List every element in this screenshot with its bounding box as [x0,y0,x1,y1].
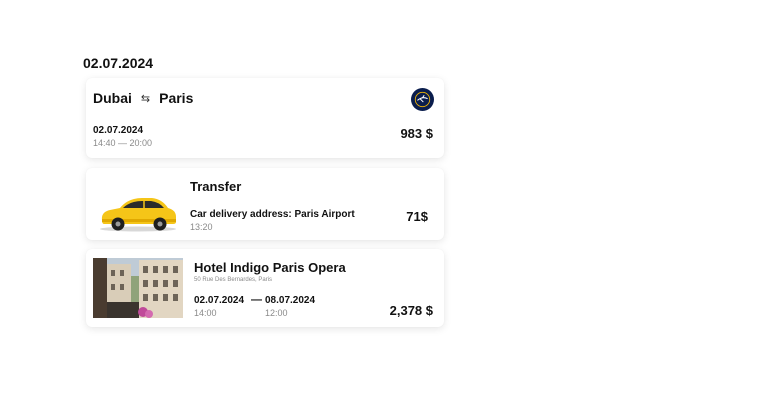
destination-city: Paris [159,90,194,106]
checkout-date: 08.07.2024 [265,295,316,306]
hotel-address: 50 Rue Des Bernardes, Paris [194,277,273,283]
transfer-address: Car delivery address: Paris Airport [190,209,355,220]
flight-time: 14:40 — 20:00 [93,138,153,148]
date-heading: 02.07.2024 [83,55,154,71]
hotel-name: Hotel Indigo Paris Opera [194,260,346,275]
transfer-card[interactable]: Transfer Car delivery address: Paris Air… [86,168,444,240]
flight-price: 983 $ [400,126,433,141]
checkout-time: 12:00 [265,308,288,318]
airline-logo-icon [411,88,434,111]
hotel-price: 2,378 $ [389,303,433,318]
flight-date: 02.07.2024 [93,125,144,136]
date-range-dash: — [251,294,262,306]
transfer-price: 71$ [406,209,428,224]
checkin-date: 02.07.2024 [194,295,245,306]
hotel-card[interactable]: Hotel Indigo Paris Opera 50 Rue Des Bern… [86,249,444,327]
swap-icon: ⇆ [140,92,151,105]
car-icon [98,193,178,233]
flight-route: Dubai ⇆ Paris [93,90,193,106]
flight-card[interactable]: Dubai ⇆ Paris 02.07.2024 14:40 — 20:00 9… [86,78,444,158]
transfer-title: Transfer [190,179,242,194]
origin-city: Dubai [93,90,132,106]
hotel-photo [93,258,183,318]
checkin-time: 14:00 [194,308,217,318]
transfer-time: 13:20 [190,222,213,232]
